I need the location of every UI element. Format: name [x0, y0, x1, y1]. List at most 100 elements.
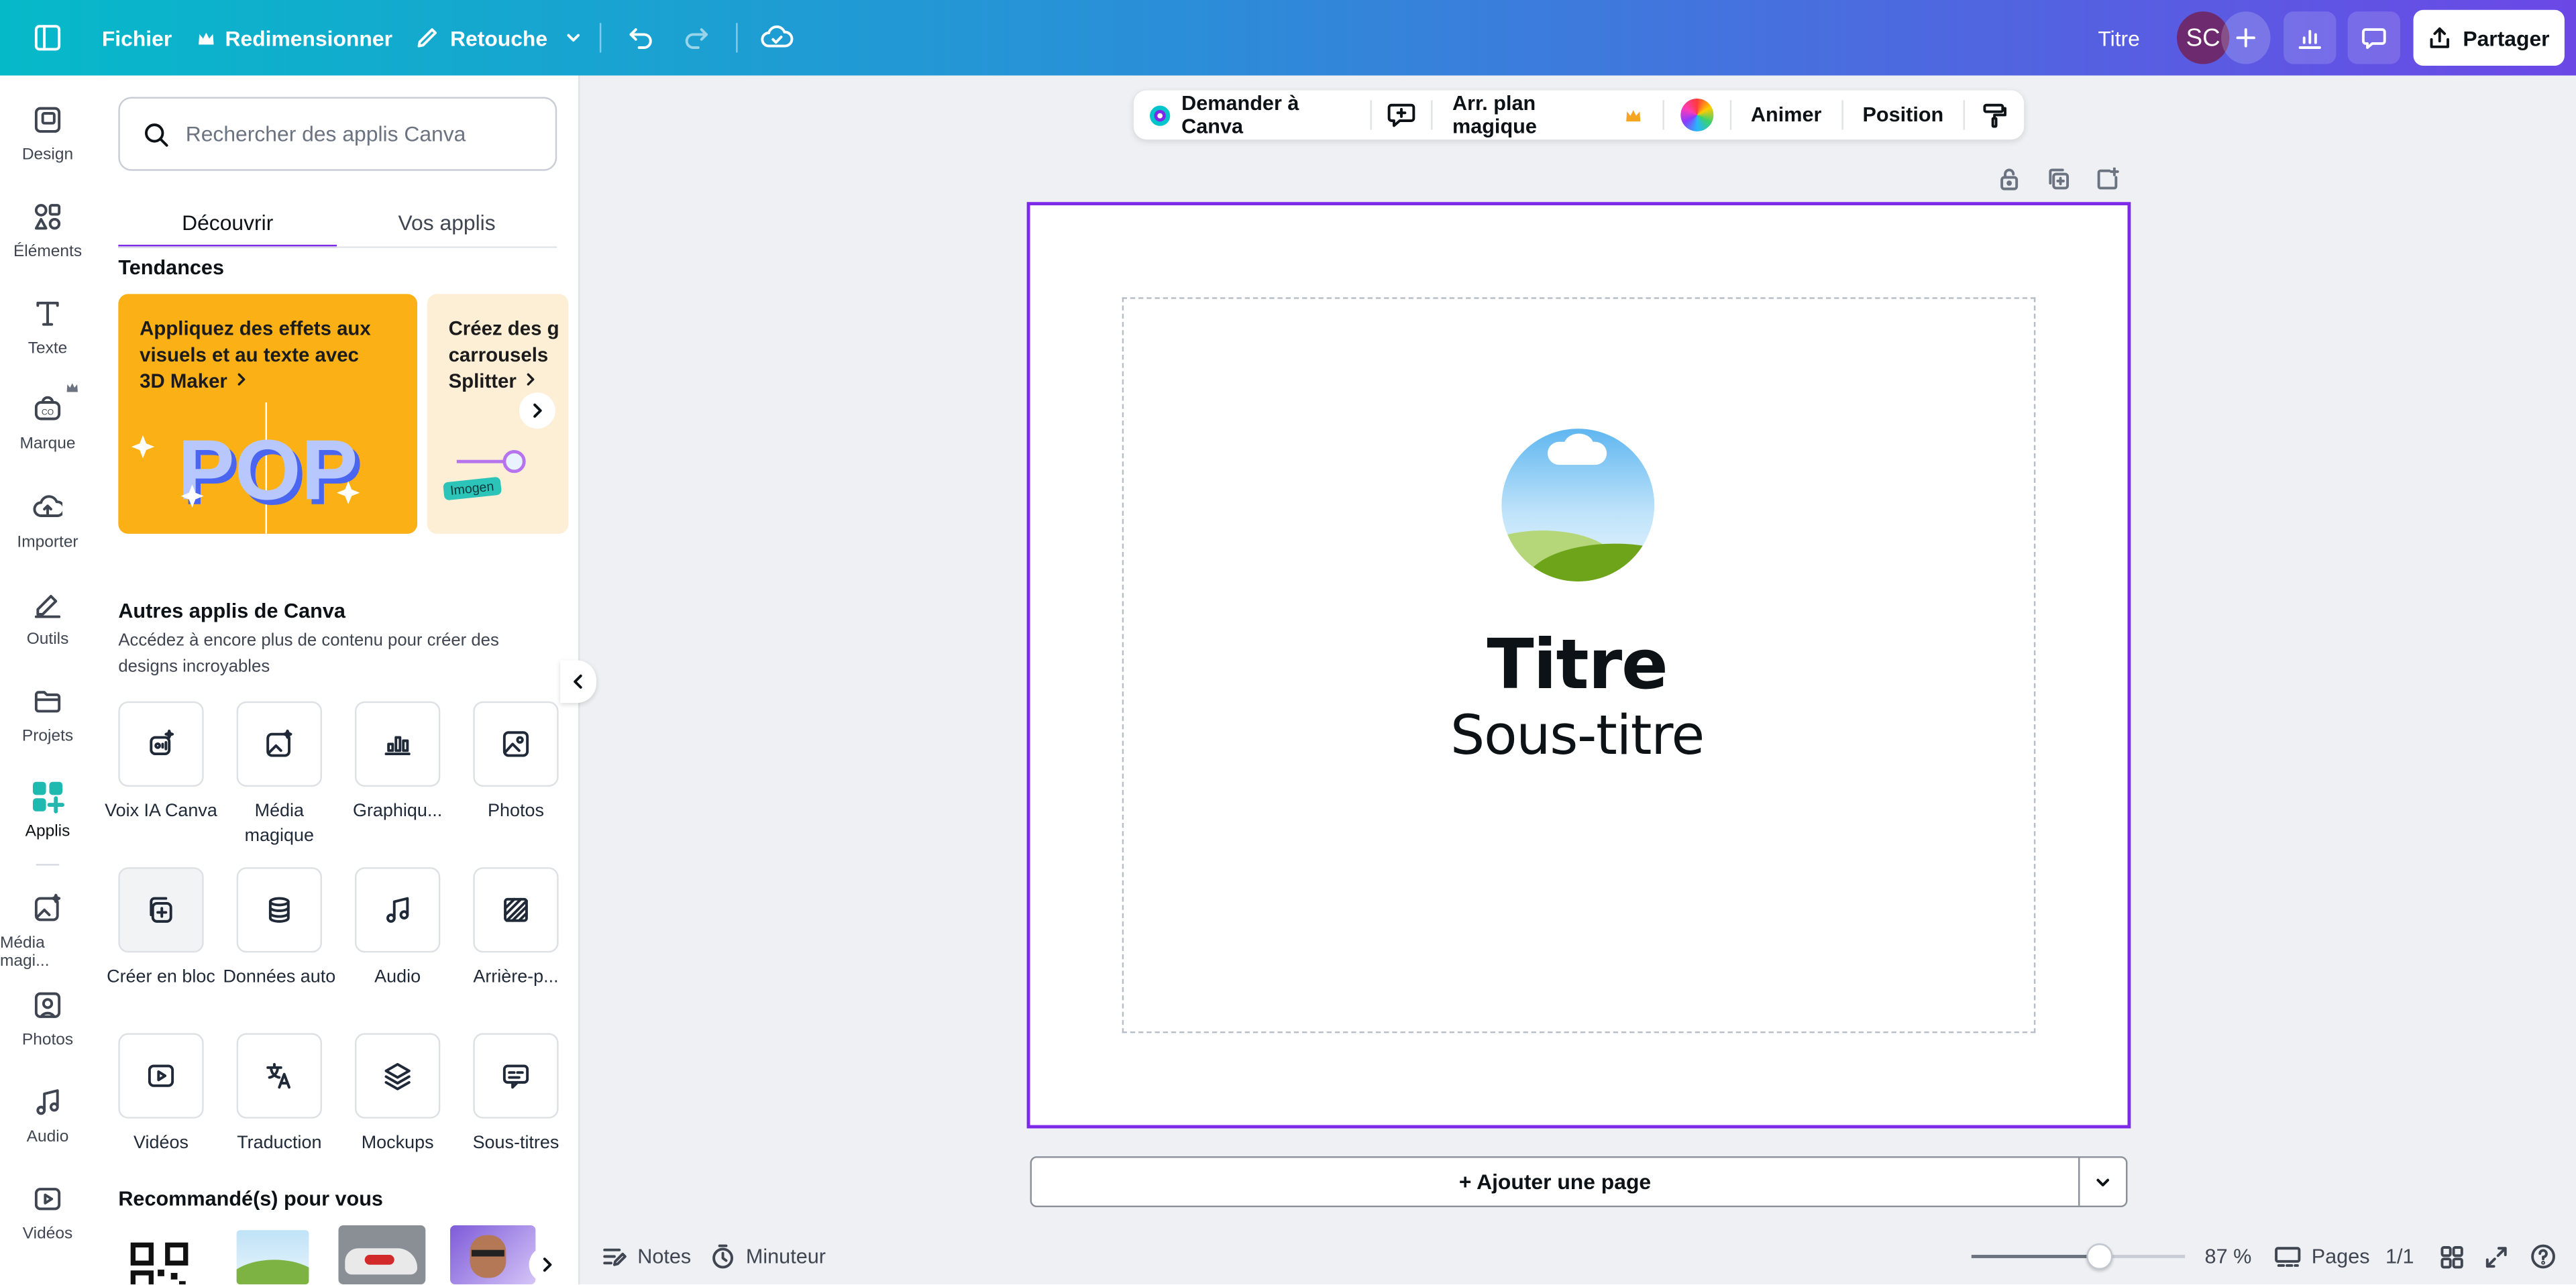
rail-item-text[interactable]: Texte: [0, 299, 95, 358]
zoom-slider[interactable]: [1971, 1243, 2186, 1270]
zoom-level[interactable]: 87 %: [2205, 1235, 2252, 1278]
app-bulk-create[interactable]: Créer en bloc: [103, 867, 218, 991]
rail-item-tools[interactable]: Outils: [0, 590, 95, 649]
other-apps-heading: Autres applis de Canva: [118, 599, 345, 623]
insights-button[interactable]: [2284, 11, 2337, 64]
add-page-options-button[interactable]: [2080, 1158, 2126, 1206]
sneaker-mockup-thumbnail[interactable]: [338, 1225, 426, 1285]
help-button[interactable]: [2530, 1235, 2556, 1278]
undo-icon: [629, 28, 652, 49]
chevron-right-icon: [526, 373, 534, 386]
carousel-next-button[interactable]: [519, 392, 555, 429]
save-status-button[interactable]: [761, 0, 794, 76]
zoom-slider-thumb[interactable]: [2086, 1243, 2113, 1270]
collapse-panel-button[interactable]: [560, 660, 596, 704]
tools-icon: [34, 595, 61, 618]
background-icon: [504, 897, 528, 922]
database-icon: [268, 897, 290, 923]
left-rail: Design Éléments Texte CO Marque Importer…: [0, 75, 96, 1285]
app-videos[interactable]: Vidéos: [103, 1033, 218, 1156]
edit-mode-dropdown[interactable]: Retouche: [414, 0, 584, 76]
grid-view-button[interactable]: [2440, 1235, 2465, 1278]
qr-code-app-thumbnail[interactable]: [128, 1240, 194, 1285]
rail-item-audio[interactable]: Audio: [0, 1087, 95, 1146]
crown-icon: [199, 32, 214, 44]
search-input[interactable]: Rechercher des applis Canva: [118, 97, 557, 171]
rail-item-videos[interactable]: Vidéos: [0, 1184, 95, 1243]
color-picker-button[interactable]: [1664, 98, 1729, 131]
magic-background-button[interactable]: Arr. plan magique: [1433, 92, 1662, 138]
crown-icon: [66, 383, 78, 392]
animate-button[interactable]: Animer: [1731, 103, 1841, 126]
add-page-icon[interactable]: [2096, 167, 2119, 190]
redo-button[interactable]: [682, 0, 711, 76]
document-title[interactable]: Titre: [2098, 0, 2140, 76]
color-wheel-icon: [1680, 98, 1713, 131]
rail-item-apps[interactable]: Applis: [0, 779, 95, 841]
notes-button[interactable]: Notes: [601, 1235, 691, 1278]
add-collaborator-button[interactable]: [2221, 11, 2271, 64]
rail-item-brand[interactable]: CO Marque: [0, 383, 95, 453]
cloud-check-icon: [761, 25, 794, 48]
recommended-next-button[interactable]: [529, 1246, 566, 1283]
timer-button[interactable]: Minuteur: [710, 1235, 826, 1278]
app-translate[interactable]: Traduction: [222, 1033, 337, 1156]
file-menu[interactable]: Fichier: [102, 0, 172, 76]
duplicate-icon[interactable]: [2047, 168, 2070, 190]
text-icon: [36, 301, 59, 326]
comment-add-icon: [1387, 103, 1415, 127]
chevron-right-icon: [543, 1258, 552, 1272]
app-charts[interactable]: Graphiqu...: [340, 701, 455, 825]
sidebar-icon: [34, 25, 61, 51]
rail-item-design[interactable]: Design: [0, 105, 95, 164]
comment-icon: [2361, 28, 2386, 49]
toggle-sidebar-button[interactable]: [33, 0, 62, 76]
pencil-icon: [417, 28, 437, 48]
pages-button[interactable]: Pages: [2273, 1235, 2370, 1278]
resize-button[interactable]: Redimensionner: [197, 0, 392, 76]
lock-icon[interactable]: [1998, 168, 2021, 190]
timer-icon: [712, 1244, 733, 1269]
copy-style-button[interactable]: [1965, 102, 2024, 128]
image-app-thumbnail[interactable]: [236, 1230, 309, 1285]
help-icon: [2531, 1244, 2555, 1269]
tab-your-apps[interactable]: Vos applis: [337, 197, 557, 246]
avatar-app-thumbnail[interactable]: [450, 1225, 536, 1285]
page-counter: 1/1: [2385, 1245, 2414, 1268]
app-mockups[interactable]: Mockups: [340, 1033, 455, 1156]
share-button[interactable]: Partager: [2413, 9, 2565, 66]
fullscreen-button[interactable]: [2484, 1235, 2509, 1278]
position-button[interactable]: Position: [1843, 103, 1964, 126]
chevron-down-icon: [2096, 1178, 2110, 1186]
rail-item-projects[interactable]: Projets: [0, 687, 95, 746]
page-subtitle[interactable]: Sous-titre: [1281, 703, 1873, 767]
rail-item-upload[interactable]: Importer: [0, 493, 95, 552]
image-placeholder[interactable]: [1501, 429, 1655, 581]
recommended-heading: Recommandé(s) pour vous: [118, 1187, 383, 1211]
app-backgrounds[interactable]: Arrière-p...: [458, 867, 573, 991]
pages-icon: [2275, 1247, 2301, 1267]
undo-button[interactable]: [626, 0, 655, 76]
app-photos[interactable]: Photos: [458, 701, 573, 825]
app-data-autofill[interactable]: Données auto: [222, 867, 337, 991]
app-audio[interactable]: Audio: [340, 867, 455, 991]
rail-item-elements[interactable]: Éléments: [0, 202, 95, 261]
qr-code-icon: [130, 1242, 189, 1285]
music-icon: [386, 897, 409, 923]
comments-button[interactable]: [2347, 11, 2400, 64]
layers-icon: [384, 1062, 411, 1091]
trend-card-3d-maker[interactable]: Appliquez des effets aux visuels et au t…: [118, 294, 418, 534]
add-page-button[interactable]: + Ajouter une page: [1032, 1158, 2078, 1206]
add-comment-button[interactable]: [1372, 100, 1431, 129]
chevron-down-icon: [567, 34, 580, 42]
crown-icon: [1627, 109, 1642, 121]
rail-item-magic-media[interactable]: Média magi...: [0, 893, 95, 970]
rail-item-photos[interactable]: Photos: [0, 991, 95, 1050]
chart-icon: [384, 736, 411, 756]
app-magic-media[interactable]: Média magique: [222, 701, 337, 849]
app-subtitles[interactable]: Sous-titres: [458, 1033, 573, 1156]
ask-canva-button[interactable]: Demander à Canva: [1134, 92, 1371, 138]
tab-discover[interactable]: Découvrir: [118, 197, 337, 246]
page-title[interactable]: Titre: [1281, 624, 1873, 705]
app-ai-voice[interactable]: Voix IA Canva: [103, 701, 218, 825]
